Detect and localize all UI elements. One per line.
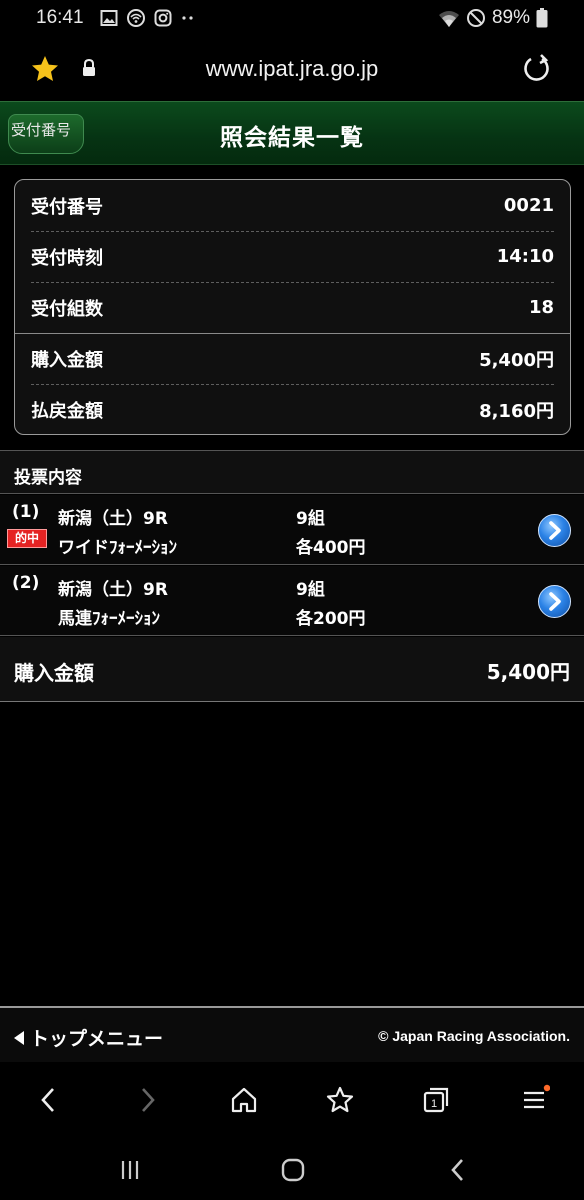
page-title: 照会結果一覧 [220, 125, 364, 151]
receipt-row: 受付時刻 14:10 [31, 231, 554, 282]
browser-menu-button[interactable] [516, 1082, 552, 1118]
bet-race: 新潟（土）9R [58, 580, 168, 600]
receipt-label: 受付時刻 [31, 247, 103, 269]
browser-back-button[interactable] [30, 1082, 66, 1118]
svg-text:1: 1 [431, 1098, 437, 1110]
page-footer: トップメニュー © Japan Racing Association. [0, 1006, 584, 1062]
receipt-value: 14:10 [496, 246, 554, 267]
wifi-icon [438, 11, 459, 27]
receipt-label: 受付組数 [31, 298, 103, 320]
browser-forward-button[interactable] [130, 1082, 166, 1118]
battery-icon [536, 8, 548, 28]
top-menu-label: トップメニュー [30, 1028, 164, 1050]
no-signal-icon [466, 9, 485, 27]
receipt-row: 払戻金額 8,160円 [31, 384, 554, 435]
total-value: 5,400円 [486, 660, 570, 684]
notification-icons [100, 8, 196, 28]
receipt-row: 受付組数 18 [31, 282, 554, 333]
top-menu-link[interactable]: トップメニュー [12, 1024, 163, 1051]
detail-arrow-icon[interactable] [538, 514, 571, 547]
copyright-text: © Japan Racing Association. [378, 1028, 570, 1044]
browser-toolbar: 1 [0, 1064, 584, 1136]
triangle-left-icon [14, 1030, 24, 1045]
recent-apps-button[interactable] [112, 1152, 148, 1188]
gallery-icon [100, 10, 118, 26]
home-button[interactable] [226, 1082, 262, 1118]
bookmarks-button[interactable] [322, 1082, 358, 1118]
receipt-value: 0021 [503, 195, 554, 216]
system-back-button[interactable] [440, 1152, 476, 1188]
wifi-call-icon [127, 9, 145, 27]
bet-type: 馬連ﾌｫｰﾒｰｼｮﾝ [58, 609, 160, 629]
receipt-label: 払戻金額 [31, 400, 103, 422]
reload-icon[interactable] [522, 54, 552, 84]
bet-number: (2) [12, 573, 40, 593]
bet-number: (1) [12, 502, 40, 522]
bookmark-star-outline-icon [326, 1086, 354, 1113]
chevron-left-icon [41, 1088, 54, 1112]
bet-type: ワイドﾌｫｰﾒｰｼｮﾝ [58, 538, 177, 558]
tabs-icon: 1 [423, 1087, 449, 1113]
bet-combination-count: 9組 [296, 509, 325, 529]
bet-amount-each: 各200円 [296, 609, 366, 629]
receipt-row: 受付番号 0021 [31, 180, 554, 231]
receipt-value: 18 [528, 297, 554, 318]
receipt-row: 購入金額 5,400円 [31, 333, 554, 384]
bet-item[interactable]: (1) 的中 新潟（土）9R ワイドﾌｫｰﾒｰｼｮﾝ 9組 各400円 [0, 495, 584, 565]
status-time: 16:41 [36, 7, 84, 28]
bet-item[interactable]: (2) 新潟（土）9R 馬連ﾌｫｰﾒｰｼｮﾝ 9組 各200円 [0, 566, 584, 636]
hamburger-menu-icon [524, 1084, 550, 1109]
receipt-value: 8,160円 [479, 400, 554, 422]
receipt-value: 5,400円 [479, 349, 554, 371]
url-text[interactable]: www.ipat.jra.go.jp [0, 56, 584, 82]
page-header: 受付番号 照会結果一覧 [0, 101, 584, 165]
more-notifications-icon [182, 16, 193, 20]
total-row: 購入金額 5,400円 [0, 637, 584, 702]
bet-combination-count: 9組 [296, 580, 325, 600]
hit-badge: 的中 [7, 529, 47, 548]
detail-arrow-icon[interactable] [538, 585, 571, 618]
receipt-info-panel: 受付番号 0021 受付時刻 14:10 受付組数 18 購入金額 5,400円… [14, 179, 571, 435]
recent-apps-icon [121, 1161, 139, 1179]
bet-race: 新潟（土）9R [58, 509, 168, 529]
receipt-label: 購入金額 [31, 349, 103, 371]
system-navigation-bar [0, 1136, 584, 1200]
browser-address-bar: www.ipat.jra.go.jp [0, 38, 584, 100]
home-icon [231, 1087, 257, 1113]
status-bar: 16:41 89% [0, 0, 584, 38]
bet-amount-each: 各400円 [296, 538, 366, 558]
system-home-icon [281, 1158, 305, 1182]
section-title: 投票内容 [0, 450, 584, 494]
battery-percent: 89% [491, 7, 530, 28]
system-home-button[interactable] [275, 1152, 311, 1188]
tabs-button[interactable]: 1 [418, 1082, 454, 1118]
chevron-right-icon [142, 1088, 155, 1112]
instagram-icon [154, 9, 172, 27]
system-back-icon [451, 1159, 463, 1181]
receipt-label: 受付番号 [31, 196, 103, 218]
total-label: 購入金額 [14, 661, 94, 685]
